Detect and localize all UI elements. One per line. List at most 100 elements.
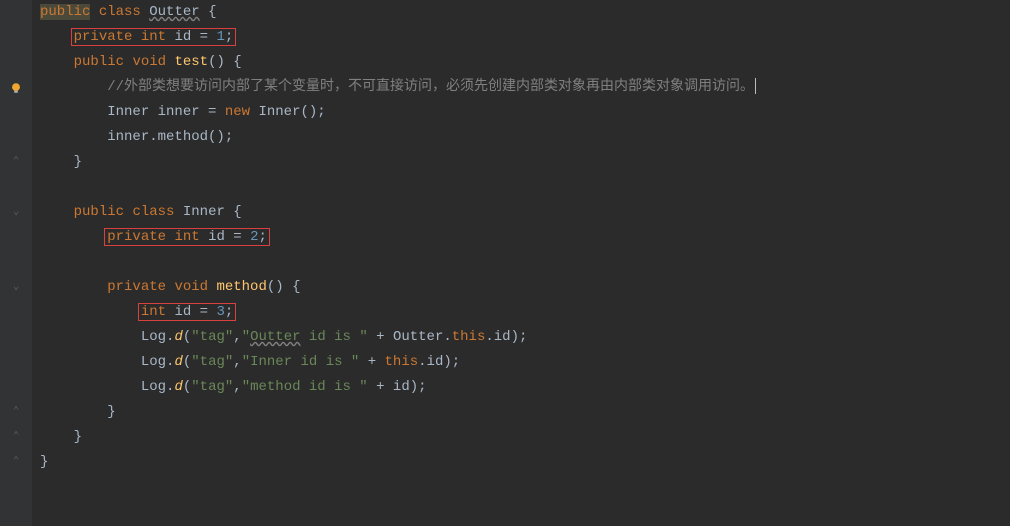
method-name: test — [174, 54, 208, 70]
class-ref: Log — [141, 329, 166, 345]
class-ref: Log — [141, 354, 166, 370]
comma: , — [233, 379, 241, 395]
keyword-void: void — [132, 54, 166, 70]
paren: ( — [183, 354, 191, 370]
fold-marker[interactable]: ⌃ — [13, 432, 20, 443]
code-line[interactable]: Log.d("tag","method id is " + id); — [0, 375, 756, 400]
keyword-public: public — [74, 54, 124, 70]
fold-marker[interactable]: ⌃ — [13, 457, 20, 468]
method-call: d — [174, 329, 182, 345]
lightbulb-icon[interactable] — [9, 81, 23, 95]
fold-marker[interactable]: ⌄ — [13, 282, 20, 293]
paren: ( — [183, 329, 191, 345]
brace: } — [74, 429, 82, 445]
number-literal: 3 — [216, 304, 224, 320]
code-line[interactable]: ⌄ public class Inner { — [0, 200, 756, 225]
code-line[interactable]: int id = 3; — [0, 300, 756, 325]
code-line[interactable]: private int id = 2; — [0, 225, 756, 250]
identifier: id — [174, 29, 191, 45]
keyword-this: this — [452, 329, 486, 345]
code-line[interactable]: Inner inner = new Inner(); — [0, 100, 756, 125]
parens: () — [267, 279, 284, 295]
brace: } — [40, 454, 48, 470]
keyword-int: int — [174, 229, 199, 245]
identifier: id — [208, 229, 225, 245]
method-call: d — [174, 354, 182, 370]
string-literal: "tag" — [191, 329, 233, 345]
code-text: + Outter. — [368, 329, 452, 345]
brace: { — [208, 4, 216, 20]
number-literal: 2 — [250, 229, 258, 245]
code-line[interactable]: ⌄ private void method() { — [0, 275, 756, 300]
parens: () — [208, 54, 225, 70]
text-cursor — [755, 78, 756, 94]
string-literal: "tag" — [191, 354, 233, 370]
string-literal: " — [242, 329, 250, 345]
keyword-class: class — [99, 4, 141, 20]
comma: , — [233, 329, 241, 345]
code-line[interactable]: private int id = 1; — [0, 25, 756, 50]
code-line[interactable]: ⌃ } — [0, 400, 756, 425]
keyword-public: public — [40, 4, 90, 20]
keyword-private: private — [74, 29, 133, 45]
fold-marker[interactable]: ⌄ — [13, 207, 20, 218]
semicolon: ; — [259, 229, 267, 245]
code-line[interactable]: inner.method(); — [0, 125, 756, 150]
code-line[interactable]: //外部类想要访问内部了某个变量时，不可直接访问，必须先创建内部类对象再由内部类… — [0, 75, 756, 100]
method-call: d — [174, 379, 182, 395]
string-literal: Outter — [250, 329, 300, 345]
brace: { — [284, 279, 301, 295]
code-line[interactable]: ⌃ } — [0, 450, 756, 475]
keyword-private: private — [107, 279, 166, 295]
keyword-class: class — [132, 204, 174, 220]
string-literal: "tag" — [191, 379, 233, 395]
fold-marker[interactable]: ⌃ — [13, 407, 20, 418]
keyword-private: private — [107, 229, 166, 245]
semicolon: ; — [225, 29, 233, 45]
keyword-void: void — [174, 279, 208, 295]
brace: } — [107, 404, 115, 420]
method-name: method — [216, 279, 266, 295]
code-line[interactable]: ⌃ } — [0, 150, 756, 175]
class-ref: Log — [141, 379, 166, 395]
identifier: id — [174, 304, 191, 320]
code-text: .id); — [485, 329, 527, 345]
keyword-int: int — [141, 29, 166, 45]
code-text: Inner inner = — [107, 104, 225, 120]
string-literal: "method id is " — [242, 379, 368, 395]
string-literal: id is " — [301, 329, 368, 345]
highlight-box: int id = 3; — [138, 303, 236, 321]
code-text: + — [359, 354, 384, 370]
paren: ( — [183, 379, 191, 395]
class-name: Outter — [149, 4, 199, 20]
code-editor[interactable]: public class Outter { private int id = 1… — [0, 0, 756, 475]
code-line[interactable]: public class Outter { — [0, 0, 756, 25]
brace: { — [225, 204, 242, 220]
code-line[interactable] — [0, 250, 756, 275]
code-line[interactable] — [0, 175, 756, 200]
code-line[interactable]: public void test() { — [0, 50, 756, 75]
code-line[interactable]: Log.d("tag","Inner id is " + this.id); — [0, 350, 756, 375]
highlight-box: private int id = 2; — [104, 228, 270, 246]
keyword-this: this — [385, 354, 419, 370]
string-literal: "Inner id is " — [242, 354, 360, 370]
brace: { — [225, 54, 242, 70]
brace: } — [74, 154, 82, 170]
code-text: + id); — [368, 379, 427, 395]
operator: = — [191, 29, 216, 45]
operator: = — [191, 304, 216, 320]
comma: , — [233, 354, 241, 370]
code-text: Inner(); — [250, 104, 326, 120]
class-name: Inner — [183, 204, 225, 220]
keyword-public: public — [74, 204, 124, 220]
number-literal: 1 — [216, 29, 224, 45]
fold-marker[interactable]: ⌃ — [13, 157, 20, 168]
code-text: inner.method(); — [107, 129, 233, 145]
code-text: .id); — [418, 354, 460, 370]
semicolon: ; — [225, 304, 233, 320]
comment: //外部类想要访问内部了某个变量时，不可直接访问，必须先创建内部类对象再由内部类… — [107, 79, 754, 95]
keyword-int: int — [141, 304, 166, 320]
code-line[interactable]: ⌃ } — [0, 425, 756, 450]
code-line[interactable]: Log.d("tag","Outter id is " + Outter.thi… — [0, 325, 756, 350]
keyword-new: new — [225, 104, 250, 120]
